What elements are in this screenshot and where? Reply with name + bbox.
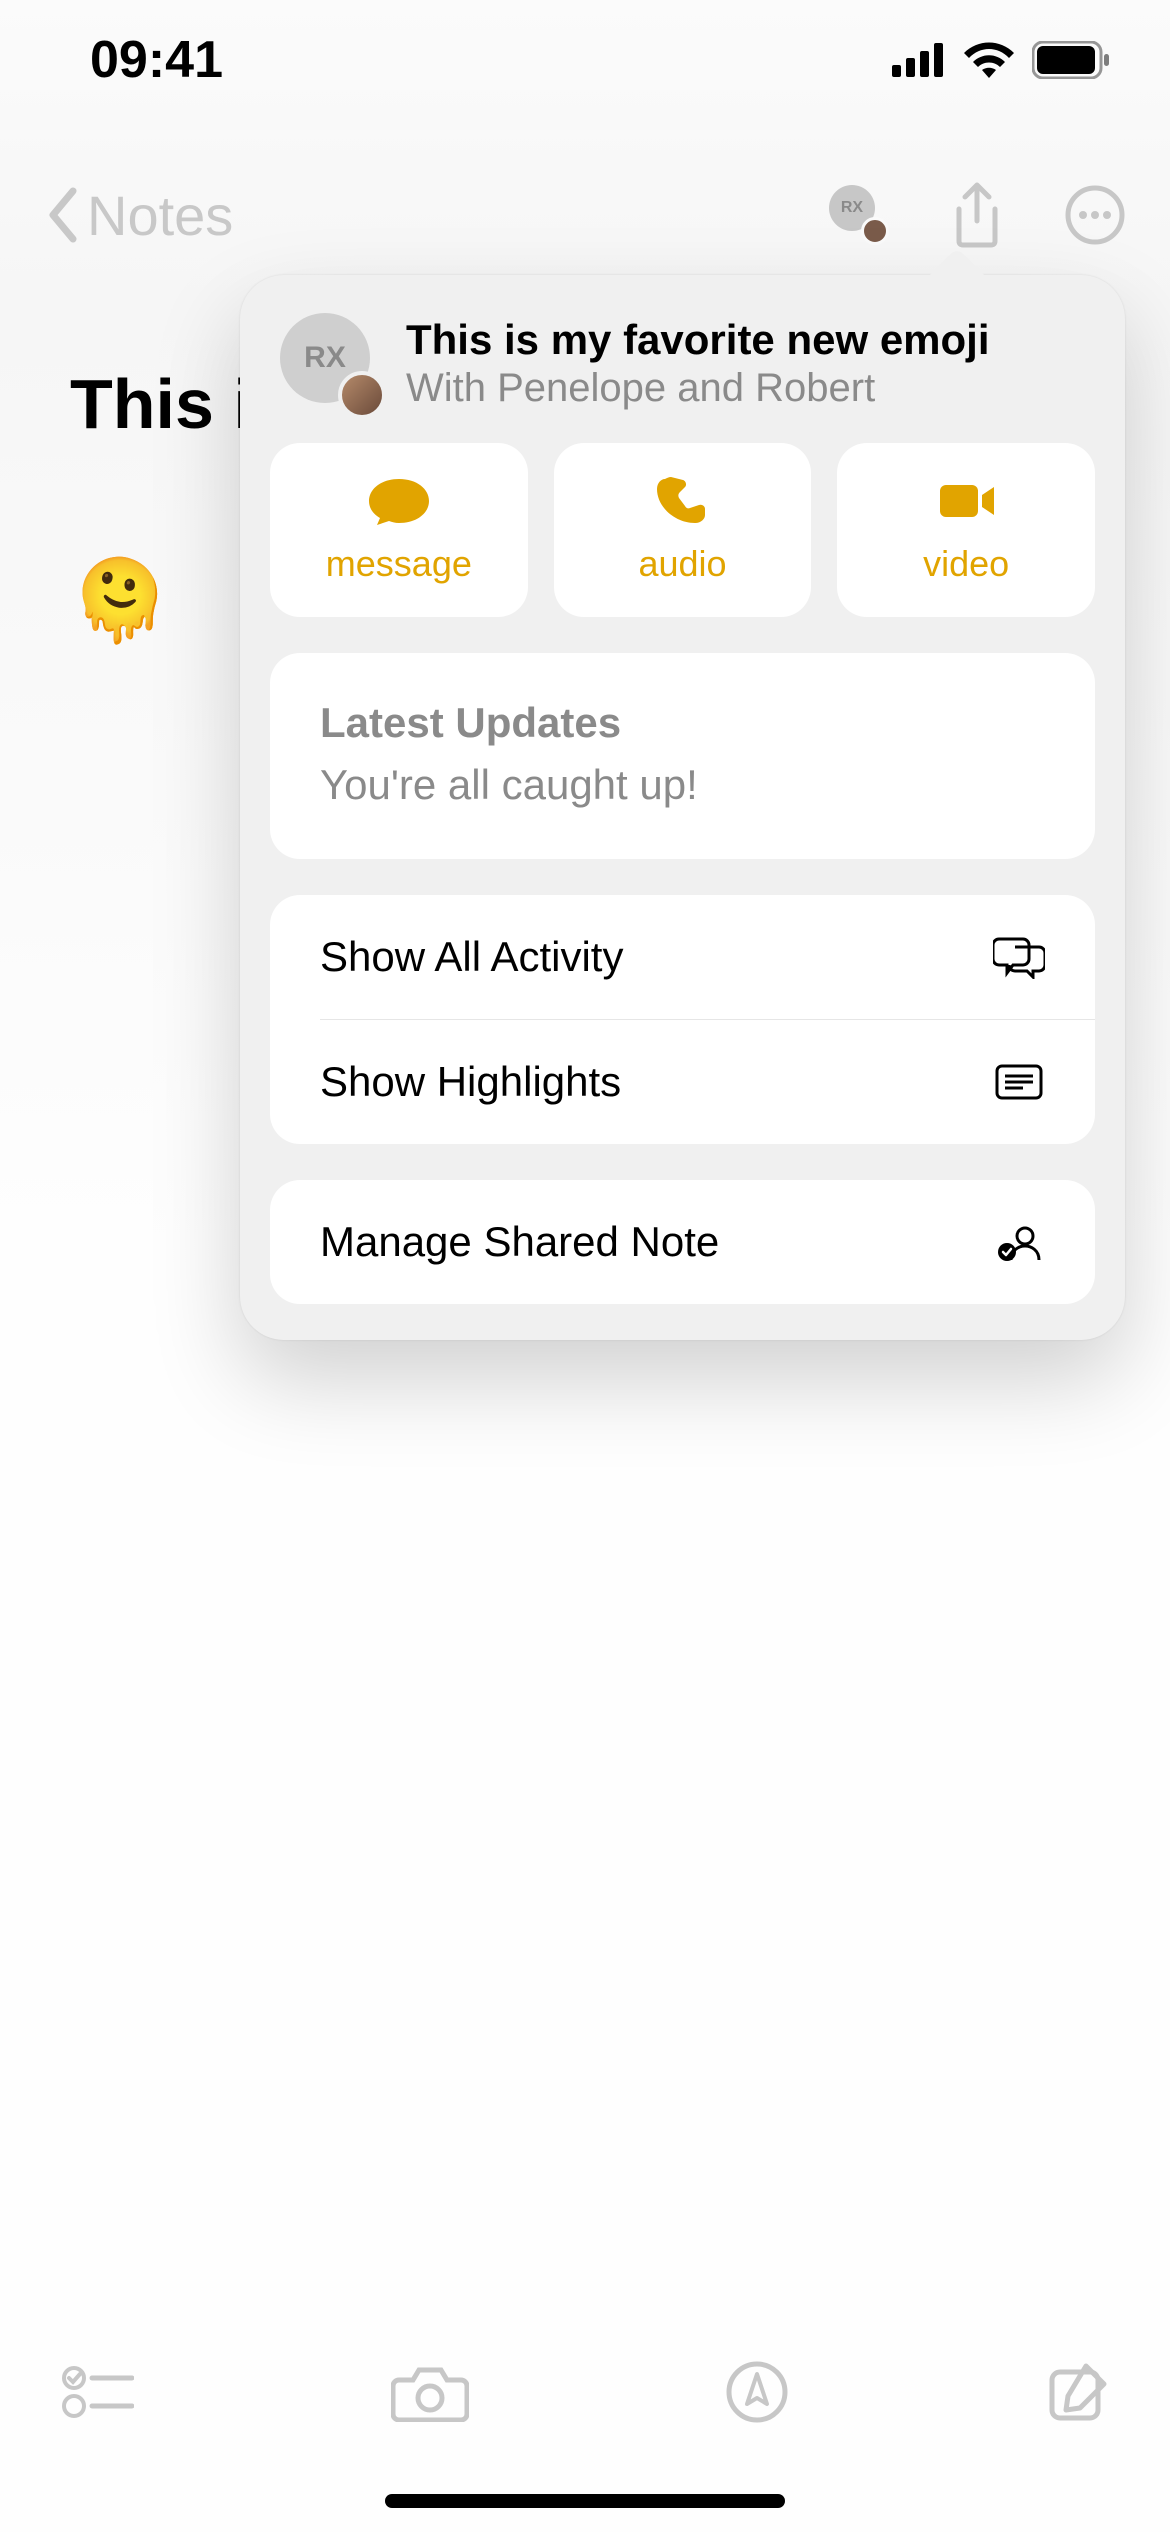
status-indicators	[892, 41, 1110, 79]
battery-icon	[1032, 41, 1110, 79]
manage-shared-note-button[interactable]: Manage Shared Note	[270, 1180, 1095, 1304]
share-icon[interactable]	[949, 181, 1005, 249]
chevron-left-icon	[45, 187, 79, 243]
camera-icon[interactable]	[391, 2362, 469, 2422]
activity-menu-card: Show All Activity Show Highlights	[270, 895, 1095, 1144]
show-highlights-label: Show Highlights	[320, 1058, 621, 1106]
highlights-icon	[993, 1060, 1045, 1104]
show-activity-label: Show All Activity	[320, 933, 623, 981]
updates-body: You're all caught up!	[320, 761, 1045, 809]
popover-title: This is my favorite new emoji	[406, 316, 990, 364]
popover-subtitle: With Penelope and Robert	[406, 366, 990, 411]
compose-icon[interactable]	[1046, 2360, 1110, 2424]
popover-header: RX This is my favorite new emoji With Pe…	[270, 305, 1095, 443]
popover-avatar: RX	[280, 313, 380, 413]
status-time: 09:41	[90, 30, 223, 90]
show-highlights-button[interactable]: Show Highlights	[270, 1020, 1095, 1144]
latest-updates-card: Latest Updates You're all caught up!	[270, 653, 1095, 859]
bottom-toolbar	[0, 2332, 1170, 2452]
status-bar: 09:41	[0, 0, 1170, 120]
action-row: message audio video	[270, 443, 1095, 617]
collaborators-button[interactable]: RX	[829, 185, 889, 245]
markup-icon[interactable]	[725, 2360, 789, 2424]
back-label: Notes	[87, 183, 233, 248]
checklist-icon[interactable]	[60, 2362, 134, 2422]
video-icon	[934, 475, 998, 527]
avatar-photo	[338, 371, 386, 419]
message-button[interactable]: message	[270, 443, 528, 617]
more-icon[interactable]	[1065, 185, 1125, 245]
manage-shared-label: Manage Shared Note	[320, 1218, 719, 1266]
phone-icon	[651, 475, 715, 527]
cellular-icon	[892, 43, 946, 77]
audio-button[interactable]: audio	[554, 443, 812, 617]
collaboration-popover: RX This is my favorite new emoji With Pe…	[240, 275, 1125, 1340]
audio-label: audio	[638, 543, 726, 585]
video-button[interactable]: video	[837, 443, 1095, 617]
home-indicator[interactable]	[385, 2494, 785, 2508]
back-button[interactable]: Notes	[45, 183, 233, 248]
message-label: message	[326, 543, 472, 585]
show-all-activity-button[interactable]: Show All Activity	[270, 895, 1095, 1019]
video-label: video	[923, 543, 1009, 585]
collaborator-avatar-photo	[861, 217, 889, 245]
manage-shared-icon	[993, 1220, 1045, 1264]
navigation-bar: Notes RX	[0, 160, 1170, 270]
manage-menu-card: Manage Shared Note	[270, 1180, 1095, 1304]
message-icon	[367, 475, 431, 527]
activity-icon	[993, 935, 1045, 979]
wifi-icon	[964, 42, 1014, 78]
updates-heading: Latest Updates	[320, 699, 1045, 747]
